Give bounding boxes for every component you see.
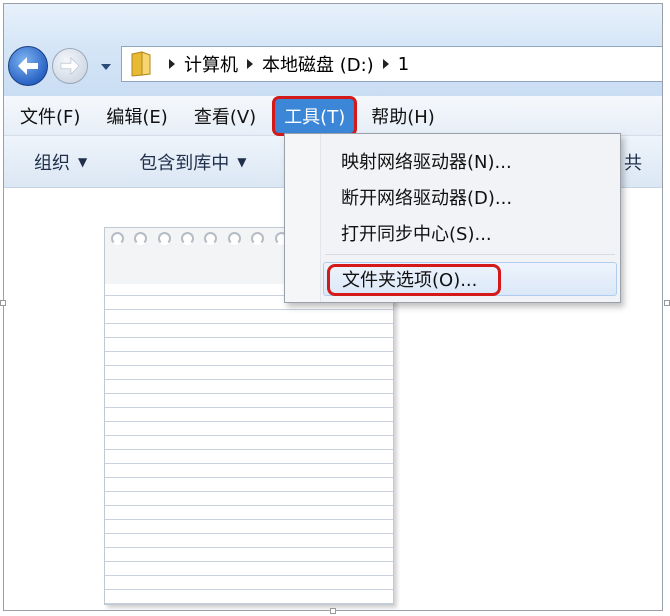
arrow-left-icon: [18, 57, 38, 75]
menu-edit[interactable]: 编辑(E): [96, 98, 177, 134]
menu-icon-gutter: [285, 134, 321, 302]
breadcrumb-local-disk[interactable]: 本地磁盘 (D:): [262, 51, 374, 77]
organize-label: 组织: [34, 152, 70, 174]
callout-highlight-box: [327, 264, 501, 296]
forward-button[interactable]: [52, 48, 88, 84]
menu-item-disconnect-network-drive[interactable]: 断开网络驱动器(D)...: [323, 180, 617, 214]
organize-button[interactable]: 组织 ▼: [22, 142, 99, 182]
resize-handle[interactable]: [664, 300, 670, 306]
caret-down-icon: ▼: [237, 154, 247, 169]
recent-pages-dropdown[interactable]: [100, 62, 112, 72]
menu-bar: 文件(F) 编辑(E) 查看(V) 工具(T) 帮助(H): [4, 95, 662, 136]
caret-down-icon: ▼: [78, 154, 88, 169]
resize-handle[interactable]: [330, 608, 336, 614]
breadcrumb-separator-icon[interactable]: [374, 54, 398, 74]
breadcrumb-separator-icon[interactable]: [238, 54, 262, 74]
address-bar[interactable]: 计算机 本地磁盘 (D:) 1: [121, 46, 662, 82]
breadcrumb-folder[interactable]: 1: [398, 54, 409, 75]
back-button[interactable]: [8, 46, 48, 86]
include-in-library-button[interactable]: 包含到库中 ▼: [127, 142, 258, 182]
tools-dropdown-menu: 映射网络驱动器(N)... 断开网络驱动器(D)... 打开同步中心(S)...…: [284, 133, 621, 303]
menu-item-open-sync-center[interactable]: 打开同步中心(S)...: [323, 216, 617, 250]
breadcrumb: 计算机 本地磁盘 (D:) 1: [160, 51, 409, 77]
menu-view[interactable]: 查看(V): [184, 98, 266, 134]
resize-handle[interactable]: [0, 300, 6, 306]
arrow-right-icon: [60, 56, 80, 76]
menu-separator: [325, 254, 615, 255]
share-label-truncated: 共: [624, 152, 642, 174]
menu-help[interactable]: 帮助(H): [361, 98, 445, 134]
menu-file[interactable]: 文件(F): [10, 98, 90, 134]
explorer-window: 计算机 本地磁盘 (D:) 1 文件(F) 编辑(E) 查看(V) 工具(T) …: [3, 3, 663, 611]
menu-tools[interactable]: 工具(T): [272, 95, 358, 136]
breadcrumb-computer[interactable]: 计算机: [184, 51, 238, 77]
chevron-down-icon: [101, 64, 111, 70]
breadcrumb-separator-icon[interactable]: [160, 54, 184, 74]
menu-item-map-network-drive[interactable]: 映射网络驱动器(N)...: [323, 144, 617, 178]
include-in-library-label: 包含到库中: [139, 152, 230, 174]
navigation-bar: 计算机 本地磁盘 (D:) 1: [4, 4, 662, 96]
folder-icon: [130, 49, 160, 79]
